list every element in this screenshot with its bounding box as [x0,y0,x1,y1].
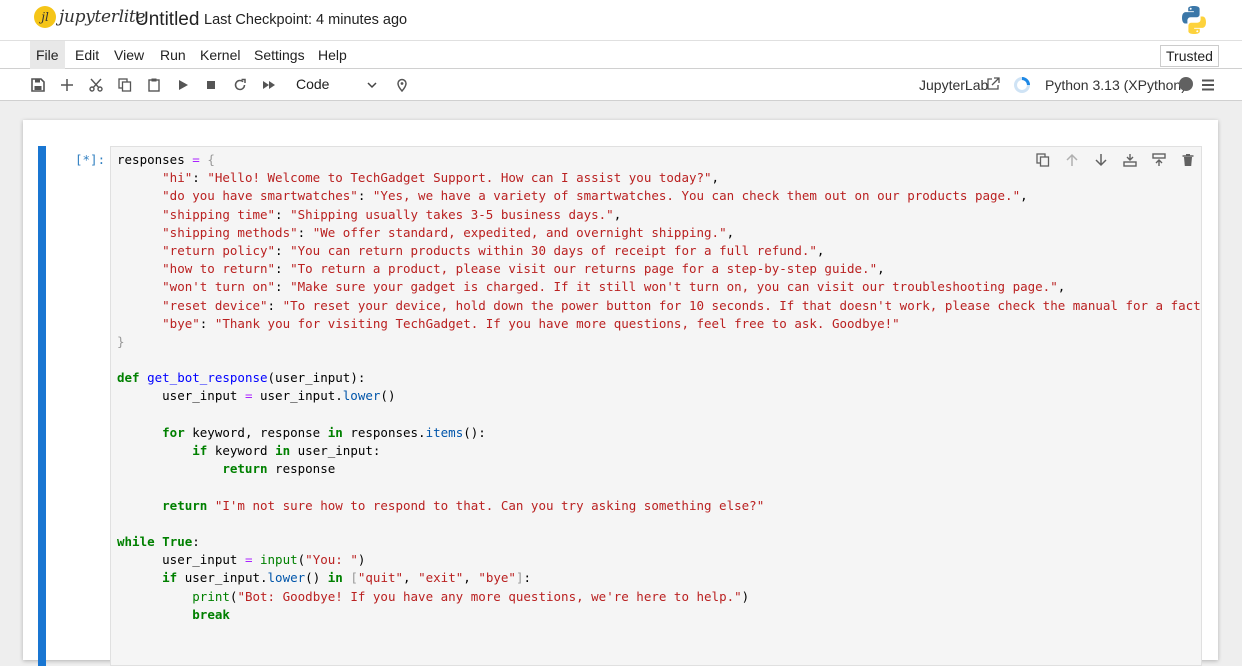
stop-button[interactable] [200,74,222,96]
add-icon [61,79,73,91]
menu-settings[interactable]: Settings [248,41,311,69]
cut-icon [89,78,103,92]
code-line: def get_bot_response(user_input): [117,370,366,386]
paste-icon [148,78,160,92]
insert-cell-above-button[interactable] [1120,150,1140,170]
top-header: jl jupyterlite Untitled Last Checkpoint:… [0,0,1242,40]
menu-run[interactable]: Run [154,41,192,69]
run-button[interactable] [172,74,194,96]
copy-button[interactable] [114,74,136,96]
move-cell-down-button[interactable] [1091,150,1111,170]
code-line: "return policy": "You can return product… [162,242,825,258]
cut-button[interactable] [85,74,107,96]
duplicate-cell-button[interactable] [1033,150,1053,170]
trusted-indicator[interactable]: Trusted [1160,45,1219,67]
debugger-button[interactable] [391,74,413,96]
menu-kernel[interactable]: Kernel [194,41,246,69]
code-line: "bye": "Thank you for visiting TechGadge… [162,315,900,331]
code-line: while True: [117,533,200,549]
cell-type-select[interactable]: Code [290,73,382,95]
code-line: "shipping methods": "We offer standard, … [162,224,735,240]
code-line: ​ [117,478,1201,496]
code-line: "reset device": "To reset your device, h… [162,297,1202,313]
notebook-title[interactable]: Untitled [135,9,199,31]
cell-execution-prompt: [*]: [75,152,106,167]
menu-edit[interactable]: Edit [69,41,105,69]
chevron-down-icon [367,82,377,89]
code-line: print("Bot: Goodbye! If you have any mor… [192,588,750,604]
move-down-icon [1095,154,1107,167]
logo-text: jupyterlite [59,7,146,27]
code-line: user_input = user_input.lower() [117,388,396,404]
notebook-panel: [*]: responses = { "hi": "Hello! Welcome… [23,120,1218,666]
code-line: break [192,606,230,622]
run-icon [179,80,188,90]
code-line: } [117,333,125,349]
add-cell-button[interactable] [56,74,78,96]
kernel-busy-indicator [1179,77,1193,91]
restart-run-all-button[interactable] [258,74,280,96]
checkpoint-status: Last Checkpoint: 4 minutes ago [204,12,408,28]
code-line: ​ [117,515,1201,533]
insert-above-icon [1123,154,1137,167]
code-line: ​ [117,406,1201,424]
python-logo-icon [1182,6,1206,34]
active-cell-indicator [38,146,46,666]
kernel-status-ring-icon [1014,77,1030,93]
code-line: if keyword in user_input: [192,443,381,458]
external-link-icon[interactable] [986,77,1000,91]
stop-icon [207,81,215,89]
menu-bar: File Edit View Run Kernel Settings Help … [0,40,1242,69]
menu-file[interactable]: File [30,41,65,69]
code-line: "shipping time": "Shipping usually takes… [162,206,622,222]
code-line: return response [222,461,336,477]
code-line: "won't turn on": "Make sure your gadget … [162,279,1066,295]
copy-icon [118,78,132,92]
move-up-icon [1066,153,1078,166]
hamburger-menu-icon[interactable] [1201,78,1215,92]
move-cell-up-button[interactable] [1062,150,1082,170]
menu-help[interactable]: Help [312,41,353,69]
jupyterlite-logo[interactable]: jl jupyterlite [34,6,146,28]
insert-below-icon [1152,153,1166,166]
code-line: return "I'm not sure how to respond to t… [162,497,765,513]
paste-button[interactable] [143,74,165,96]
restart-button[interactable] [229,74,251,96]
insert-cell-below-button[interactable] [1149,150,1169,170]
code-line: "hi": "Hello! Welcome to TechGadget Supp… [162,170,720,186]
location-pin-icon [397,78,407,92]
code-content[interactable]: responses = { "hi": "Hello! Welcome to T… [117,151,1202,624]
notebook-toolbar: Code JupyterLab Python 3.13 (XPython) [0,69,1242,101]
code-line: if user_input.lower() in ["quit", "exit"… [162,570,532,586]
kernel-name[interactable]: Python 3.13 (XPython) [1045,77,1186,93]
jupyterlab-link[interactable]: JupyterLab [919,77,988,93]
code-line: "do you have smartwatches": "Yes, we hav… [162,188,1028,204]
menu-view[interactable]: View [108,41,150,69]
code-cell-editor[interactable]: responses = { "hi": "Hello! Welcome to T… [110,146,1202,666]
save-icon [31,78,45,92]
delete-cell-button[interactable] [1178,150,1198,170]
code-line: ​ [117,351,1201,369]
cell-type-value: Code [296,76,330,92]
code-line: "how to return": "To return a product, p… [162,261,885,277]
jupyterlite-logo-icon: jl [34,6,56,28]
duplicate-icon [1036,153,1050,167]
restart-icon [234,78,246,91]
fast-forward-icon [263,81,275,89]
code-line: user_input = input("You: ") [117,552,366,568]
code-line: for keyword, response in responses.items… [162,424,486,440]
delete-icon [1182,154,1194,166]
save-button[interactable] [27,74,49,96]
